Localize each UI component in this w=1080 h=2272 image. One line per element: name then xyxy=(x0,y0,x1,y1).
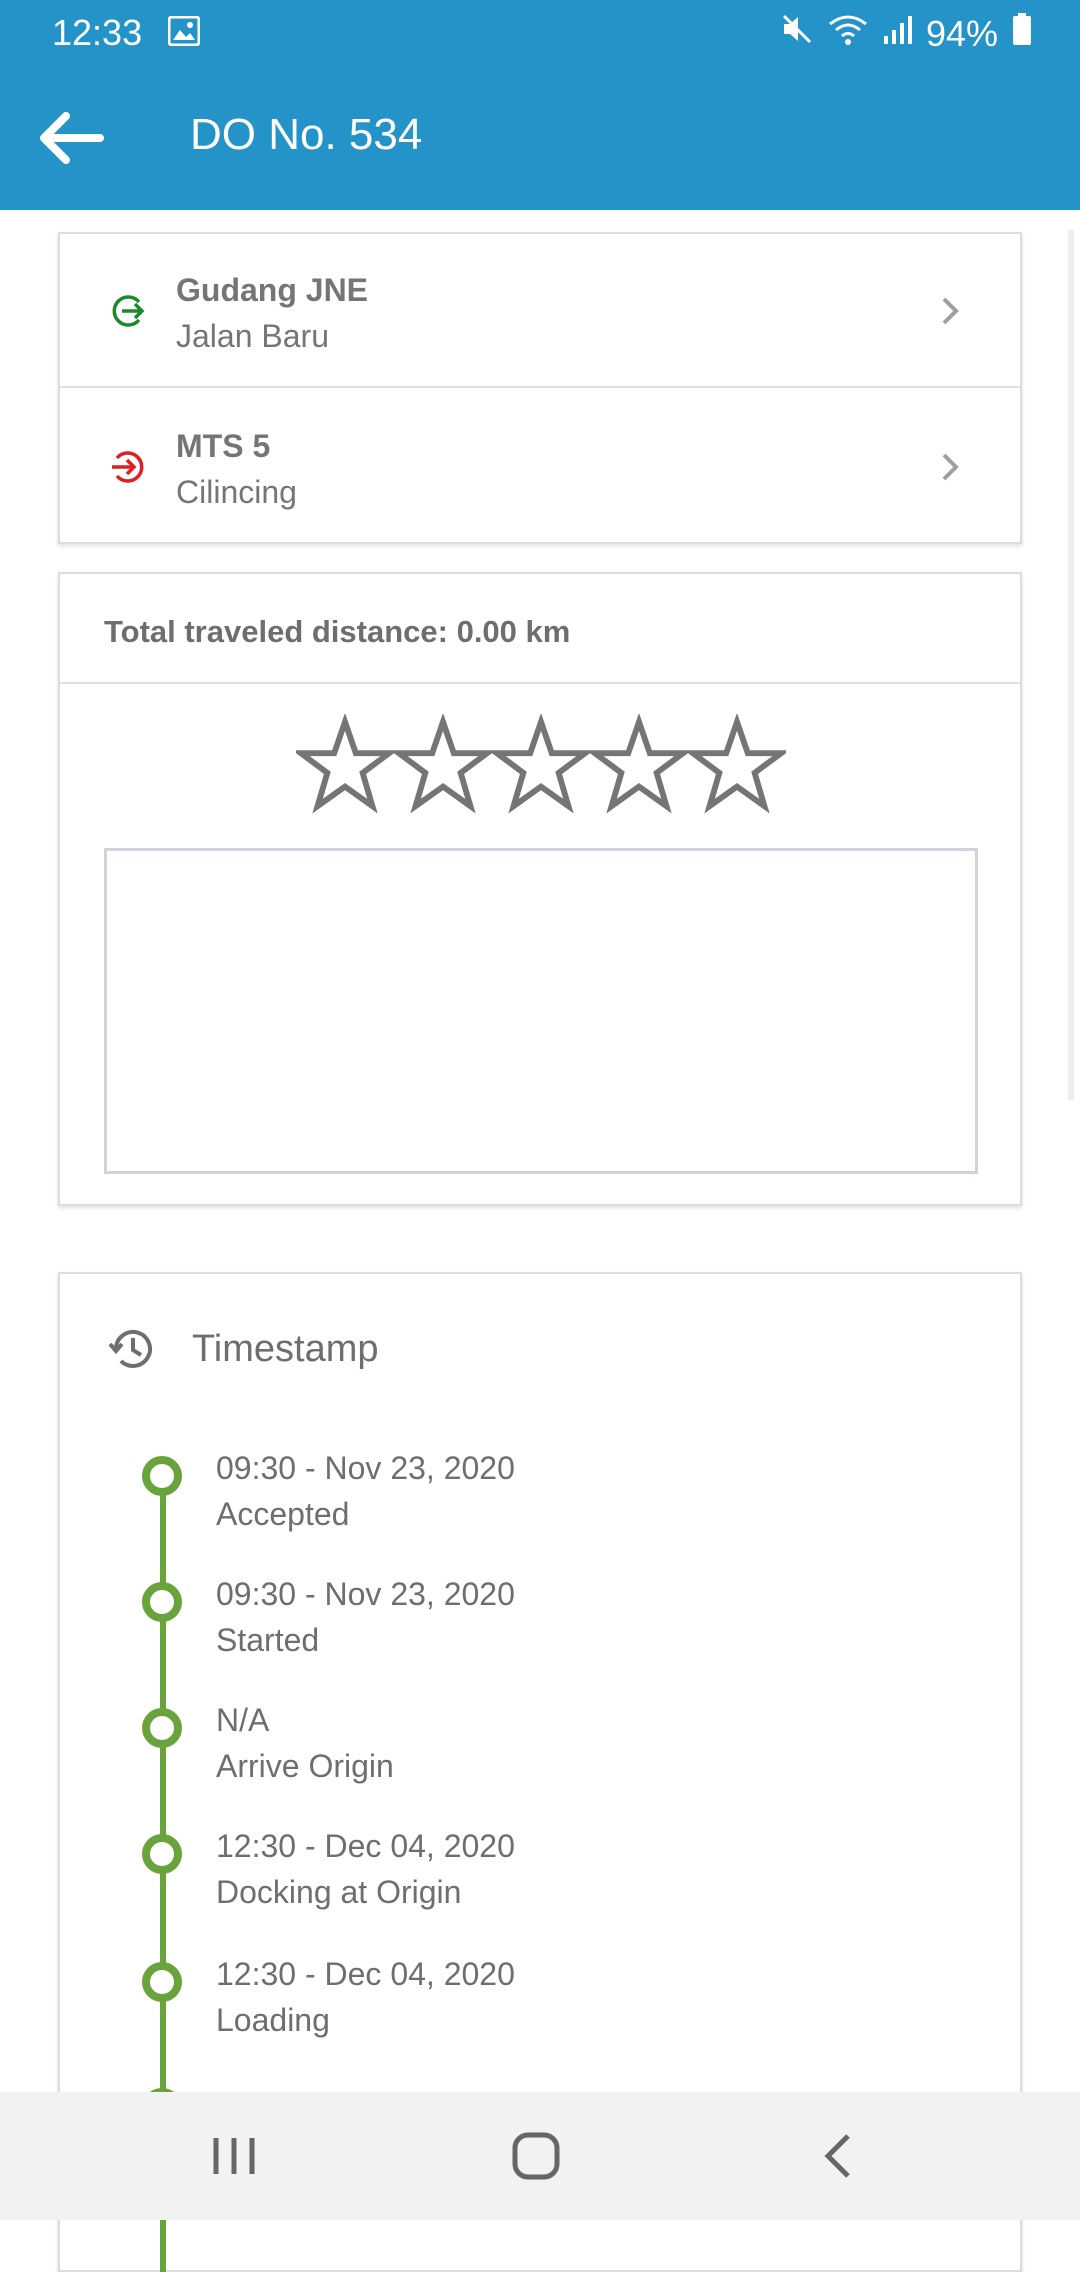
wifi-icon xyxy=(828,13,868,55)
star-4-icon[interactable] xyxy=(585,712,693,816)
timeline-time: N/A xyxy=(216,1702,270,1738)
timeline-dot xyxy=(142,1962,182,2002)
destination-name: MTS 5 xyxy=(176,428,271,464)
timeline-dot xyxy=(142,1708,182,1748)
timeline-time: 09:30 - Nov 23, 2020 xyxy=(216,1450,515,1486)
timeline-item: 09:30 - Nov 23, 2020 Accepted xyxy=(60,1450,1020,1566)
location-destination[interactable]: MTS 5 Cilincing xyxy=(60,390,1020,544)
timestamp-title: Timestamp xyxy=(192,1328,379,1370)
timeline-item: 12:30 - Dec 04, 2020 Docking at Origin xyxy=(60,1828,1020,1944)
timeline-label: Started xyxy=(216,1622,320,1658)
timeline-dot xyxy=(142,1834,182,1874)
divider xyxy=(60,682,1020,684)
star-2-icon[interactable] xyxy=(389,712,497,816)
star-1-icon[interactable] xyxy=(291,712,399,816)
timeline-item: N/A Arrive Origin xyxy=(60,1702,1020,1818)
page-title: DO No. 534 xyxy=(190,110,423,159)
image-notification-icon xyxy=(167,15,201,51)
timeline-label: Arrive Origin xyxy=(216,1748,394,1784)
destination-address: Cilincing xyxy=(176,474,297,510)
chevron-right-icon xyxy=(938,294,962,328)
locations-card: Gudang JNE Jalan Baru MTS 5 Cilincing xyxy=(58,232,1022,544)
star-5-icon[interactable] xyxy=(683,712,791,816)
signal-icon xyxy=(882,13,912,55)
back-arrow-icon[interactable] xyxy=(36,108,106,168)
timeline-label: Accepted xyxy=(216,1496,350,1532)
history-icon xyxy=(108,1324,158,1374)
timeline-label: Docking at Origin xyxy=(216,1874,462,1910)
origin-name: Gudang JNE xyxy=(176,272,369,308)
timeline-time: 12:30 - Dec 04, 2020 xyxy=(216,1956,515,1992)
back-icon[interactable] xyxy=(810,2126,870,2186)
home-icon[interactable] xyxy=(506,2126,566,2186)
chevron-right-icon xyxy=(938,450,962,484)
origin-icon xyxy=(108,291,148,331)
app-bar: DO No. 534 xyxy=(0,64,1080,210)
battery-percent: 94% xyxy=(925,12,998,54)
battery-icon xyxy=(1012,12,1032,55)
status-time: 12:33 xyxy=(52,12,143,53)
mute-icon xyxy=(780,12,814,55)
timeline-dot xyxy=(142,1456,182,1496)
star-rating xyxy=(291,712,791,816)
timeline-item: 09:30 - Nov 23, 2020 Started xyxy=(60,1576,1020,1692)
timeline-time: 12:30 - Dec 04, 2020 xyxy=(216,1828,515,1864)
location-origin[interactable]: Gudang JNE Jalan Baru xyxy=(60,234,1020,388)
status-bar: 12:33 94% xyxy=(0,0,1080,64)
timeline-dot xyxy=(142,1582,182,1622)
star-3-icon[interactable] xyxy=(487,712,595,816)
timeline-item: 12:30 - Dec 04, 2020 Loading xyxy=(60,1956,1020,2072)
recent-apps-icon[interactable] xyxy=(204,2126,264,2186)
origin-address: Jalan Baru xyxy=(176,318,329,354)
destination-icon xyxy=(108,447,148,487)
traveled-distance: Total traveled distance: 0.00 km xyxy=(104,614,571,649)
rating-card: Total traveled distance: 0.00 km xyxy=(58,572,1022,1206)
timeline-label: Loading xyxy=(216,2002,330,2038)
system-nav-bar xyxy=(0,2092,1080,2220)
scrollbar[interactable] xyxy=(1068,230,1074,1100)
timeline-time: 09:30 - Nov 23, 2020 xyxy=(216,1576,515,1612)
comment-textarea[interactable] xyxy=(104,848,978,1174)
